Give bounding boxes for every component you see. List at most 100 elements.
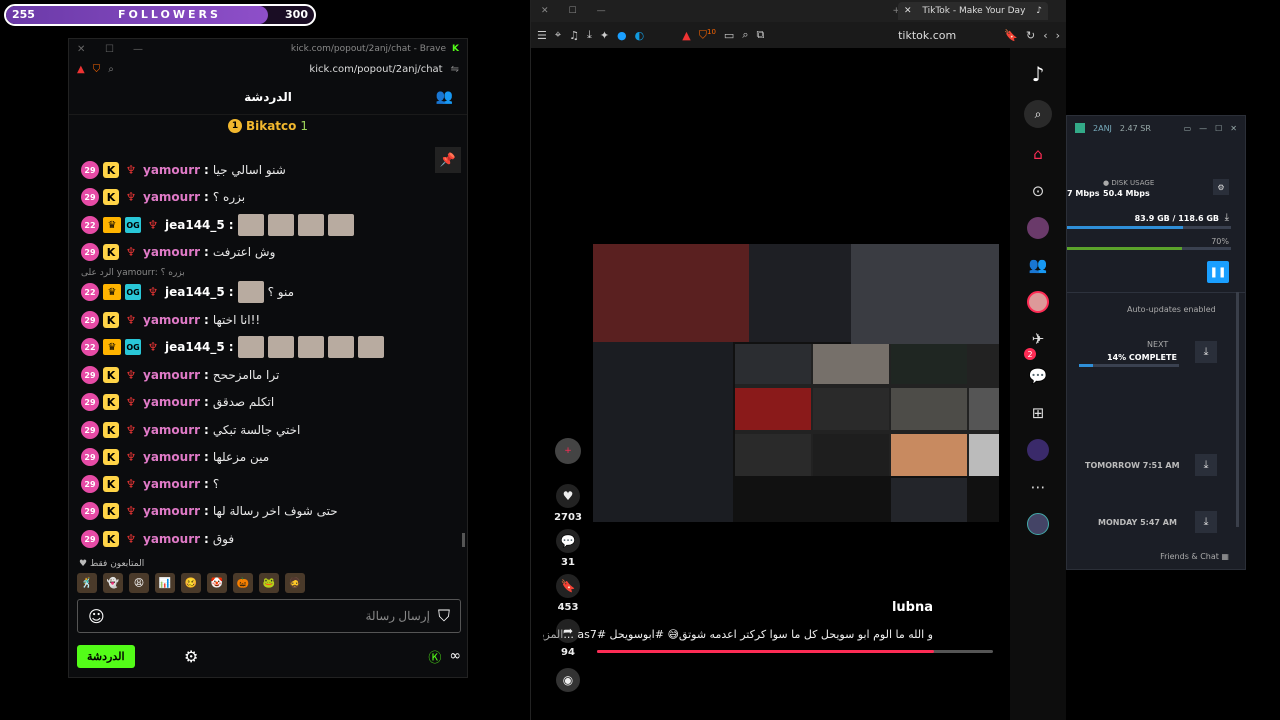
emote-icon[interactable]: 🎃 <box>233 573 253 593</box>
music-icon[interactable]: ♫ <box>569 29 579 42</box>
chat-message[interactable]: 29 K ♆ yamourr: مين مزعلها <box>81 446 269 468</box>
settings-gear-icon[interactable]: ⚙ <box>1213 179 1229 195</box>
chat-username[interactable]: jea144_5 <box>165 218 225 232</box>
chat-message[interactable]: 29 K ♆ yamourr: وش اعترفت <box>81 241 275 263</box>
chat-emote[interactable] <box>327 336 354 358</box>
site-settings-icon[interactable]: ⇋ <box>451 64 459 75</box>
chat-message[interactable]: 29 K ♆ yamourr: ؟ <box>81 473 219 495</box>
chat-username[interactable]: jea144_5 <box>165 285 225 299</box>
chat-username[interactable]: yamourr <box>143 190 200 204</box>
scrollbar[interactable] <box>462 533 465 547</box>
chat-username[interactable]: yamourr <box>143 395 200 409</box>
screen-icon[interactable]: ▭ <box>724 29 734 42</box>
brave-shield-icon[interactable]: ⛉ <box>93 64 101 75</box>
chat-message[interactable]: 29 K ♆ yamourr: اتكلم صدقق <box>81 391 274 413</box>
pin-icon[interactable]: ⌖ <box>555 28 561 42</box>
steam-username[interactable]: 2ANJ <box>1093 124 1112 133</box>
minimize-icon[interactable]: — <box>1199 124 1207 133</box>
video-progress-bar[interactable] <box>597 650 993 653</box>
download-button[interactable]: ⤓ <box>1195 341 1217 363</box>
users-icon[interactable]: 👥 <box>436 89 453 105</box>
display-icon[interactable]: ▭ <box>1184 124 1192 133</box>
pin-icon[interactable]: 📌 <box>435 147 461 173</box>
chat-message[interactable]: 22 ♛ OG ♆ jea144_5: <box>81 336 388 358</box>
emote-icon[interactable]: 👻 <box>103 573 123 593</box>
tab-tiktok[interactable]: ✕ TikTok - Make Your Day ♪ <box>898 2 1048 20</box>
more-icon[interactable]: ⋯ <box>1027 476 1049 498</box>
close-icon[interactable]: ✕ <box>1230 124 1237 133</box>
chat-username[interactable]: yamourr <box>143 313 200 327</box>
chat-username[interactable]: jea144_5 <box>165 340 225 354</box>
close-icon[interactable]: ✕ <box>541 6 549 16</box>
more-link[interactable]: المزيد <box>543 628 563 641</box>
chat-message[interactable]: 29 K ♆ yamourr: شنو اسالي جيا <box>81 159 286 181</box>
kick-k-icon[interactable]: Ⓚ <box>428 647 441 666</box>
emote-icon[interactable]: 😩 <box>129 573 149 593</box>
download-icon[interactable]: ⤓ <box>587 28 592 42</box>
address-bar[interactable]: tiktok.com <box>898 29 956 42</box>
minimize-icon[interactable]: — <box>133 44 161 55</box>
chat-emote[interactable] <box>267 336 294 358</box>
chat-username[interactable]: yamourr <box>143 477 200 491</box>
live-avatar[interactable] <box>1027 291 1049 313</box>
maximize-icon[interactable]: ☐ <box>105 44 133 55</box>
download-button[interactable]: ⤓ <box>1195 454 1217 476</box>
maximize-icon[interactable]: ☐ <box>1215 124 1222 133</box>
explore-icon[interactable]: ⊙ <box>1027 180 1049 202</box>
brave-shield-icon[interactable]: ⛉10 <box>699 28 716 43</box>
like-icon[interactable]: ♥ <box>556 484 580 508</box>
emote-icon[interactable]: 🐸 <box>259 573 279 593</box>
chat-username[interactable]: yamourr <box>143 450 200 464</box>
effects-icon[interactable] <box>1027 439 1049 461</box>
chat-username[interactable]: yamourr <box>143 423 200 437</box>
extension-icon[interactable]: ✦ <box>600 29 609 42</box>
chat-emote[interactable] <box>297 336 324 358</box>
pause-button[interactable]: ❚❚ <box>1207 261 1229 283</box>
chat-message[interactable]: 29 K ♆ yamourr: ترا ماامزححح <box>81 364 279 386</box>
scrollbar[interactable] <box>1236 292 1239 527</box>
chat-input-box[interactable]: ☺ ⛉ <box>77 599 461 633</box>
chat-emote[interactable] <box>357 336 384 358</box>
kick-url[interactable]: kick.com/popout/2anj/chat <box>309 64 442 75</box>
settings-gear-icon[interactable]: ⚙ <box>184 647 198 666</box>
following-avatar[interactable] <box>1027 217 1049 239</box>
video-player[interactable] <box>593 244 999 522</box>
search-icon[interactable]: ⌕ <box>108 64 114 75</box>
comment-icon[interactable]: 💬 <box>556 529 580 553</box>
extension-icon[interactable]: ◐ <box>635 29 645 42</box>
chat-username[interactable]: yamourr <box>143 245 200 259</box>
video-author[interactable]: lubna <box>892 600 933 615</box>
emote-icon[interactable]: 🧔 <box>285 573 305 593</box>
search-icon[interactable]: ⌕ <box>742 28 748 42</box>
extension-icon[interactable]: ● <box>617 29 627 42</box>
tab-close-icon[interactable]: ✕ <box>904 6 912 16</box>
messages-icon[interactable]: ✈ <box>1027 328 1049 350</box>
tiktok-video-area[interactable]: + ♥ 2703 💬 31 🔖 453 ➦ 94 ◉ lubna و الله … <box>531 48 1011 720</box>
emote-icon[interactable]: 🕺 <box>77 573 97 593</box>
chat-message[interactable]: 22 ♛ OG ♆ jea144_5: منو ؟ <box>81 281 294 303</box>
chat-emote[interactable] <box>297 214 324 236</box>
infinity-icon[interactable]: ∞ <box>449 648 461 664</box>
emote-icon[interactable]: 🥴 <box>181 573 201 593</box>
brave-rewards-icon[interactable]: ▲ <box>682 29 690 42</box>
search-icon[interactable]: ⌕ <box>1024 100 1052 128</box>
upload-icon[interactable]: ⊞ <box>1027 402 1049 424</box>
chat-emote[interactable] <box>237 336 264 358</box>
chat-message[interactable]: 22 ♛ OG ♆ jea144_5: <box>81 214 358 236</box>
chat-message[interactable]: 29 K ♆ yamourr: بزره ؟ <box>81 186 245 208</box>
chat-emote[interactable] <box>237 281 264 303</box>
chat-message[interactable]: 29 K ♆ yamourr: فوق <box>81 528 234 550</box>
brave-rewards-icon[interactable]: ▲ <box>77 64 85 75</box>
forward-icon[interactable]: › <box>1056 29 1060 42</box>
extension-icon[interactable]: ⧉ <box>756 28 764 42</box>
bookmark-icon[interactable]: 🔖 <box>1004 29 1018 42</box>
music-disc-icon[interactable]: ◉ <box>556 668 580 692</box>
chat-username[interactable]: yamourr <box>143 532 200 546</box>
chat-emote[interactable] <box>237 214 264 236</box>
emoji-icon[interactable]: ☺ <box>88 607 105 626</box>
chat-message[interactable]: 29 K ♆ yamourr: انا اختها!! <box>81 309 260 331</box>
chat-message[interactable]: 29 K ♆ yamourr: اختي جالسة تبكي <box>81 419 300 441</box>
chat-username[interactable]: yamourr <box>143 368 200 382</box>
message-input[interactable] <box>104 609 430 623</box>
chat-emote[interactable] <box>267 214 294 236</box>
